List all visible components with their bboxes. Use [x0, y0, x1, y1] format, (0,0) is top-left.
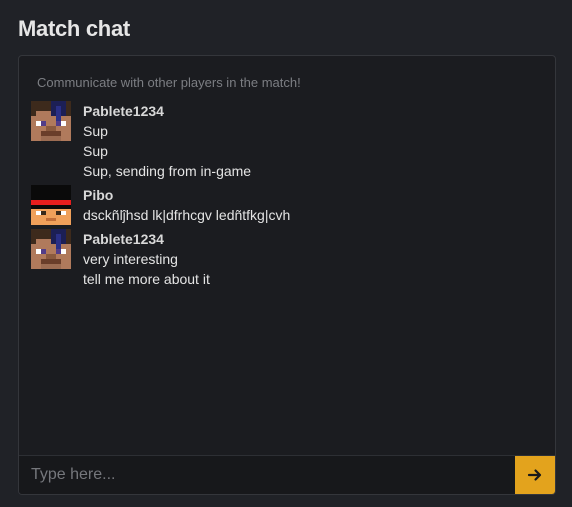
message-text: Sup: [83, 123, 108, 139]
match-chat-page: Match chat Communicate with other player…: [0, 0, 572, 507]
steve-skin-avatar: [31, 101, 71, 141]
message-group-body: Pibo dsckñlĵhsd lk|dfrhcgv ledñtfkg|cvh: [83, 185, 290, 225]
message-text: very interesting: [83, 251, 178, 267]
chat-panel: Communicate with other players in the ma…: [18, 55, 556, 495]
message-group: Pibo dsckñlĵhsd lk|dfrhcgv ledñtfkg|cvh: [31, 185, 541, 225]
chat-subtitle: Communicate with other players in the ma…: [37, 75, 301, 90]
message-list: Pablete1234 Sup Sup Sup, sending from in…: [31, 101, 541, 293]
message-text: dsckñlĵhsd lk|dfrhcgv ledñtfkg|cvh: [83, 207, 291, 223]
message-composer: [19, 455, 555, 494]
message-text: tell me more about it: [83, 271, 210, 287]
message-username: Pibo: [83, 187, 114, 203]
message-username: Pablete1234: [83, 103, 164, 119]
black-hat-skin-avatar: [31, 185, 71, 225]
page-title: Match chat: [18, 16, 130, 41]
arrow-right-icon: [527, 469, 542, 481]
message-group-body: Pablete1234 Sup Sup Sup, sending from in…: [83, 101, 251, 181]
message-text: Sup: [83, 143, 108, 159]
message-group-body: Pablete1234 very interesting tell me mor…: [83, 229, 210, 289]
message-username: Pablete1234: [83, 231, 164, 247]
message-text: Sup, sending from in-game: [83, 163, 252, 179]
steve-skin-avatar: [31, 229, 71, 269]
send-button[interactable]: [515, 456, 555, 494]
message-group: Pablete1234 very interesting tell me mor…: [31, 229, 541, 289]
chat-input[interactable]: [19, 456, 515, 494]
message-group: Pablete1234 Sup Sup Sup, sending from in…: [31, 101, 541, 181]
